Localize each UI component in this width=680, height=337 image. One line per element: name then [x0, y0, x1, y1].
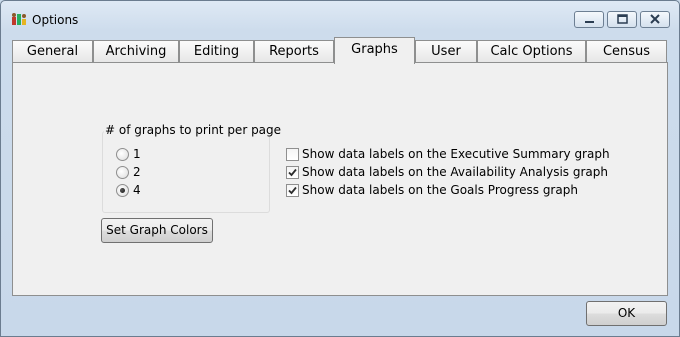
checkbox-label: Show data labels on the Goals Progress g… — [302, 183, 578, 197]
tab-archiving[interactable]: Archiving — [93, 40, 179, 63]
close-button[interactable] — [640, 11, 670, 28]
check-icon — [288, 168, 297, 177]
tab-general[interactable]: General — [12, 40, 93, 63]
window-title: Options — [32, 13, 79, 27]
radio-button[interactable] — [116, 148, 129, 161]
radio-label: 1 — [133, 147, 141, 161]
checkbox-checked[interactable] — [286, 166, 299, 179]
tab-strip: General Archiving Editing Reports Graphs… — [12, 37, 668, 64]
close-icon — [650, 14, 660, 24]
tab-user[interactable]: User — [415, 40, 477, 63]
title-bar[interactable]: Options — [1, 1, 679, 37]
minimize-button[interactable] — [574, 11, 604, 28]
checkbox-label: Show data labels on the Executive Summar… — [302, 147, 610, 161]
radio-button[interactable] — [116, 166, 129, 179]
checkbox-checked[interactable] — [286, 184, 299, 197]
tab-graphs[interactable]: Graphs — [334, 37, 415, 64]
radio-label: 4 — [133, 183, 141, 197]
checkbox-unchecked[interactable] — [286, 148, 299, 161]
minimize-icon — [585, 21, 594, 23]
tab-editing[interactable]: Editing — [179, 40, 254, 63]
maximize-button[interactable] — [607, 11, 637, 28]
graphs-per-page-label: # of graphs to print per page — [104, 123, 283, 137]
tab-census[interactable]: Census — [586, 40, 667, 63]
radio-label: 2 — [133, 165, 141, 179]
check-icon — [288, 186, 297, 195]
radio-button-selected[interactable] — [116, 184, 129, 197]
app-icon — [11, 12, 27, 26]
checkbox-label: Show data labels on the Availability Ana… — [302, 165, 608, 179]
radio-selected-dot — [120, 188, 125, 193]
set-graph-colors-button[interactable]: Set Graph Colors — [101, 218, 213, 243]
maximize-icon — [617, 14, 628, 24]
options-window: Options General Archiving Editing Report… — [0, 0, 680, 337]
tab-calc-options[interactable]: Calc Options — [477, 40, 586, 63]
tab-reports[interactable]: Reports — [254, 40, 334, 63]
ok-button[interactable]: OK — [586, 301, 667, 326]
